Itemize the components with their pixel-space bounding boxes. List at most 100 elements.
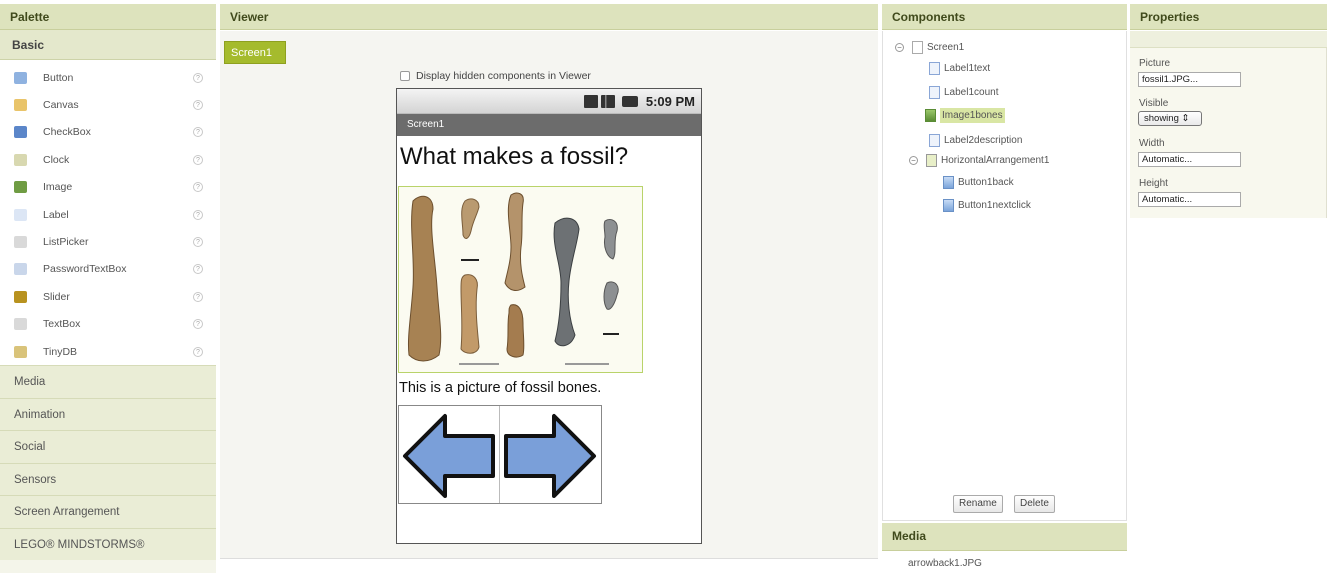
palette-item-listpicker[interactable]: ListPicker? (0, 228, 216, 255)
label-icon (929, 134, 940, 147)
palette-item-label: TinyDB (43, 345, 78, 358)
label-icon (929, 86, 940, 99)
help-icon[interactable]: ? (193, 291, 203, 302)
tree-node-screen1[interactable]: − Screen1 (895, 41, 964, 54)
checkbox-icon[interactable] (400, 71, 410, 81)
width-label: Width (1139, 138, 1165, 149)
tree-node-button1nextclick[interactable]: Button1nextclick (943, 199, 1031, 212)
phone-heading-label[interactable]: What makes a fossil? (397, 136, 701, 176)
media-header: Media (882, 523, 1127, 551)
tree-node-label1text[interactable]: Label1text (929, 62, 990, 75)
help-icon[interactable]: ? (193, 346, 203, 357)
tree-label: Label2description (944, 135, 1023, 146)
tinydb-icon (14, 345, 27, 358)
palette-item-slider[interactable]: Slider? (0, 283, 216, 310)
clock-icon (14, 153, 27, 166)
tree-label: Screen1 (927, 42, 965, 53)
help-icon[interactable]: ? (193, 237, 203, 248)
tree-label: Label1text (944, 63, 991, 74)
tree-label: HorizontalArrangement1 (941, 155, 1050, 166)
palette-drawer-social[interactable]: Social (0, 430, 216, 463)
collapse-icon[interactable]: − (909, 156, 918, 165)
back-button[interactable] (399, 406, 500, 503)
textbox-icon (14, 318, 27, 331)
palette-drawer-basic[interactable]: Basic (0, 30, 216, 60)
tree-node-button1back[interactable]: Button1back (943, 176, 1014, 189)
palette-item-label[interactable]: Label? (0, 201, 216, 228)
display-hidden-label: Display hidden components in Viewer (416, 70, 591, 82)
rename-button[interactable]: Rename (953, 495, 1003, 513)
width-field[interactable]: Automatic... (1138, 152, 1241, 167)
palette-item-label: Button (43, 71, 74, 84)
help-icon[interactable]: ? (193, 72, 203, 83)
palette-item-textbox[interactable]: TextBox? (0, 311, 216, 338)
help-icon[interactable]: ? (193, 154, 203, 165)
horizontal-arrangement[interactable] (398, 405, 602, 504)
button-icon (943, 199, 954, 212)
image-icon (14, 181, 27, 194)
phone-status-bar: 5:09 PM (397, 89, 701, 114)
palette-drawer-screen-arrangement[interactable]: Screen Arrangement (0, 495, 216, 528)
canvas-icon (14, 99, 27, 112)
tree-label: Label1count (944, 87, 999, 98)
help-icon[interactable]: ? (193, 209, 203, 220)
help-icon[interactable]: ? (193, 182, 203, 193)
palette-drawer-sensors[interactable]: Sensors (0, 462, 216, 495)
picture-field[interactable]: fossil1.JPG... (1138, 72, 1241, 87)
components-panel: − Screen1 Label1text Label1count Image1b… (882, 31, 1127, 521)
help-icon[interactable]: ? (193, 100, 203, 111)
media-file-item[interactable]: arrowback1.JPG (908, 558, 982, 569)
tree-label: Button1nextclick (958, 200, 1031, 211)
palette-item-tinydb[interactable]: TinyDB? (0, 338, 216, 365)
collapse-icon[interactable]: − (895, 43, 904, 52)
palette-item-label: Clock (43, 153, 70, 166)
help-icon[interactable]: ? (193, 127, 203, 138)
password-icon (14, 263, 27, 276)
palette-item-label: CheckBox (43, 126, 91, 139)
viewer-panel: Screen1 Display hidden components in Vie… (220, 31, 878, 559)
tree-node-horizontalarrangement1[interactable]: − HorizontalArrangement1 (909, 154, 1049, 167)
palette-item-label: Slider (43, 290, 70, 303)
palette-item-checkbox[interactable]: CheckBox? (0, 119, 216, 146)
screen-tab[interactable]: Screen1 (224, 41, 286, 64)
properties-subheader (1130, 31, 1327, 48)
height-field[interactable]: Automatic... (1138, 192, 1241, 207)
image-icon (925, 109, 936, 122)
button-icon (14, 71, 27, 84)
palette-item-passwordtextbox[interactable]: PasswordTextBox? (0, 256, 216, 283)
visible-select[interactable]: showing ⇕ (1138, 111, 1202, 126)
palette-drawers: Media Animation Social Sensors Screen Arrang… (0, 365, 216, 560)
listpicker-icon (14, 236, 27, 249)
palette-item-image[interactable]: Image? (0, 174, 216, 201)
palette-item-canvas[interactable]: Canvas? (0, 91, 216, 118)
slider-icon (14, 290, 27, 303)
fossil-bones-image[interactable] (398, 186, 643, 373)
palette-panel: Palette Basic Button? Canvas? CheckBox? Clo… (0, 4, 216, 573)
palette-item-label: Image (43, 181, 73, 194)
help-icon[interactable]: ? (193, 319, 203, 330)
palette-drawer-animation[interactable]: Animation (0, 397, 216, 430)
picture-label: Picture (1139, 58, 1171, 69)
palette-header: Palette (0, 4, 216, 30)
tree-label: Image1bones (940, 108, 1005, 123)
components-header: Components (882, 4, 1127, 30)
palette-drawer-media[interactable]: Media (0, 365, 216, 398)
delete-button[interactable]: Delete (1014, 495, 1055, 513)
screen-icon (912, 41, 923, 54)
help-icon[interactable]: ? (193, 264, 203, 275)
next-button[interactable] (500, 406, 601, 503)
signal-icon (600, 94, 615, 108)
display-hidden-checkbox[interactable]: Display hidden components in Viewer (400, 70, 591, 82)
horizontal-arrangement-icon (926, 154, 937, 167)
height-label: Height (1139, 178, 1168, 189)
palette-drawer-lego-mindstorms[interactable]: LEGO® MINDSTORMS® (0, 527, 216, 560)
properties-panel: Picture fossil1.JPG... Visible showing ⇕… (1130, 48, 1327, 218)
palette-item-button[interactable]: Button? (0, 64, 216, 91)
tree-node-image1bones[interactable]: Image1bones (925, 108, 1005, 123)
status-time: 5:09 PM (645, 93, 695, 109)
palette-item-clock[interactable]: Clock? (0, 146, 216, 173)
tree-node-label1count[interactable]: Label1count (929, 86, 999, 99)
phone-description-label[interactable]: This is a picture of fossil bones. (399, 380, 601, 396)
tree-node-label2description[interactable]: Label2description (929, 134, 1022, 147)
phone-preview: 5:09 PM Screen1 What makes a fossil? Thi… (396, 88, 702, 544)
